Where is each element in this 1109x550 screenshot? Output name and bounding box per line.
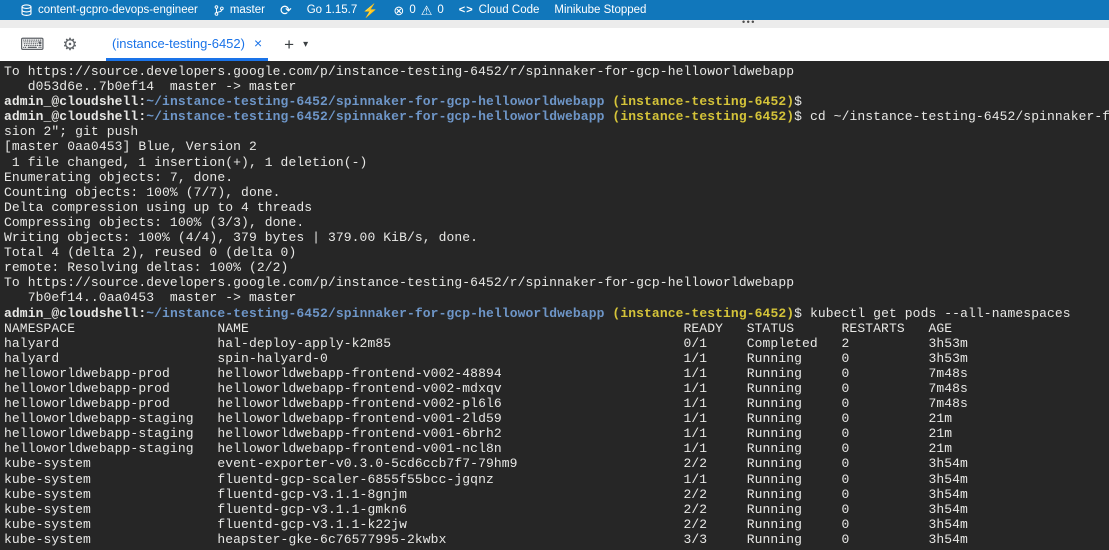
terminal-line: [master 0aa0453] Blue, Version 2 (4, 139, 1109, 154)
database-icon (20, 4, 33, 17)
terminal-line: 7b0ef14..0aa0453 master -> master (4, 290, 1109, 305)
statusbar-cloud-code[interactable]: <> Cloud Code (459, 0, 540, 20)
cloud-code-label: Cloud Code (479, 4, 540, 16)
terminal-line: To https://source.developers.google.com/… (4, 275, 1109, 290)
warning-icon: ⚠ (421, 4, 433, 17)
terminal-line: kube-system event-exporter-v0.3.0-5cd6cc… (4, 456, 1109, 471)
terminal-line: Counting objects: 100% (7/7), done. (4, 185, 1109, 200)
close-tab-icon[interactable]: × (254, 35, 262, 51)
terminal-line: kube-system fluentd-gcp-v3.1.1-gmkn6 2/2… (4, 502, 1109, 517)
terminal-line: kube-system heapster-gke-6c76577995-2kwb… (4, 532, 1109, 547)
terminal-tab[interactable]: (instance-testing-6452) × (106, 28, 268, 61)
branch-name: master (230, 4, 265, 16)
terminal-line: helloworldwebapp-staging helloworldwebap… (4, 441, 1109, 456)
terminal-line: halyard hal-deploy-apply-k2m85 0/1 Compl… (4, 336, 1109, 351)
error-icon: ⊗ (393, 4, 404, 17)
drag-handle-icon[interactable]: ••• (742, 17, 756, 27)
statusbar-problems[interactable]: ⊗ 0 ⚠ 0 (393, 0, 443, 20)
git-branch-icon (213, 4, 225, 17)
terminal-line: helloworldwebapp-staging helloworldwebap… (4, 426, 1109, 441)
statusbar-sync[interactable]: ⟳ (280, 0, 292, 20)
terminal-line: helloworldwebapp-prod helloworldwebapp-f… (4, 381, 1109, 396)
terminal-line: Enumerating objects: 7, done. (4, 170, 1109, 185)
terminal-line: Compressing objects: 100% (3/3), done. (4, 215, 1109, 230)
statusbar-branch[interactable]: master (213, 0, 265, 20)
terminal-line: helloworldwebapp-staging helloworldwebap… (4, 411, 1109, 426)
terminal-tab-bar: ⌨ ⚙ (instance-testing-6452) × + ▾ (0, 28, 1109, 61)
terminal-line: To https://source.developers.google.com/… (4, 64, 1109, 79)
terminal-line: helloworldwebapp-prod helloworldwebapp-f… (4, 366, 1109, 381)
terminal-line: Total 4 (delta 2), reused 0 (delta 0) (4, 245, 1109, 260)
terminal-line: Writing objects: 100% (4/4), 379 bytes |… (4, 230, 1109, 245)
sync-icon: ⟳ (280, 3, 292, 17)
terminal-line: kube-system fluentd-gcp-scaler-6855f55bc… (4, 472, 1109, 487)
terminal-tab-label: (instance-testing-6452) (112, 36, 245, 51)
warning-count: 0 (437, 4, 443, 16)
keyboard-icon[interactable]: ⌨ (20, 36, 40, 53)
terminal-line: halyard spin-halyard-0 1/1 Running 0 3h5… (4, 351, 1109, 366)
terminal-line: admin_@cloudshell:~/instance-testing-645… (4, 94, 1109, 109)
status-bar: content-gcpro-devops-engineer master ⟳ G… (0, 0, 1109, 20)
terminal-line: d053d6e..7b0ef14 master -> master (4, 79, 1109, 94)
cloud-shell-window: content-gcpro-devops-engineer master ⟳ G… (0, 0, 1109, 550)
terminal-line: 1 file changed, 1 insertion(+), 1 deleti… (4, 155, 1109, 170)
add-tab-button[interactable]: + (284, 35, 294, 55)
go-version-label: Go 1.15.7 (307, 4, 358, 16)
terminal-line: remote: Resolving deltas: 100% (2/2) (4, 260, 1109, 275)
minikube-status-label: Minikube Stopped (554, 4, 646, 16)
terminal-line: kube-system fluentd-gcp-v3.1.1-k22jw 2/2… (4, 517, 1109, 532)
error-count: 0 (409, 4, 415, 16)
settings-gear-icon[interactable]: ⚙ (60, 36, 80, 53)
project-name: content-gcpro-devops-engineer (38, 4, 198, 16)
lightning-icon: ⚡ (362, 4, 378, 17)
terminal-line: kube-system fluentd-gcp-v3.1.1-8gnjm 2/2… (4, 487, 1109, 502)
terminal-line: admin_@cloudshell:~/instance-testing-645… (4, 109, 1109, 124)
terminal-line: Delta compression using up to 4 threads (4, 200, 1109, 215)
terminal-line: sion 2"; git push (4, 124, 1109, 139)
chevron-down-icon[interactable]: ▾ (303, 39, 308, 50)
terminal-line: helloworldwebapp-prod helloworldwebapp-f… (4, 396, 1109, 411)
code-brackets-icon: <> (459, 4, 474, 16)
statusbar-minikube[interactable]: Minikube Stopped (554, 0, 646, 20)
statusbar-project[interactable]: content-gcpro-devops-engineer (20, 0, 198, 20)
terminal-output[interactable]: To https://source.developers.google.com/… (0, 61, 1109, 550)
panel-drag-strip: ••• (0, 20, 1109, 28)
terminal-line: admin_@cloudshell:~/instance-testing-645… (4, 306, 1109, 321)
statusbar-go-version[interactable]: Go 1.15.7 ⚡ (307, 0, 379, 20)
terminal-line: NAMESPACE NAME READY STATUS RESTARTS AGE (4, 321, 1109, 336)
